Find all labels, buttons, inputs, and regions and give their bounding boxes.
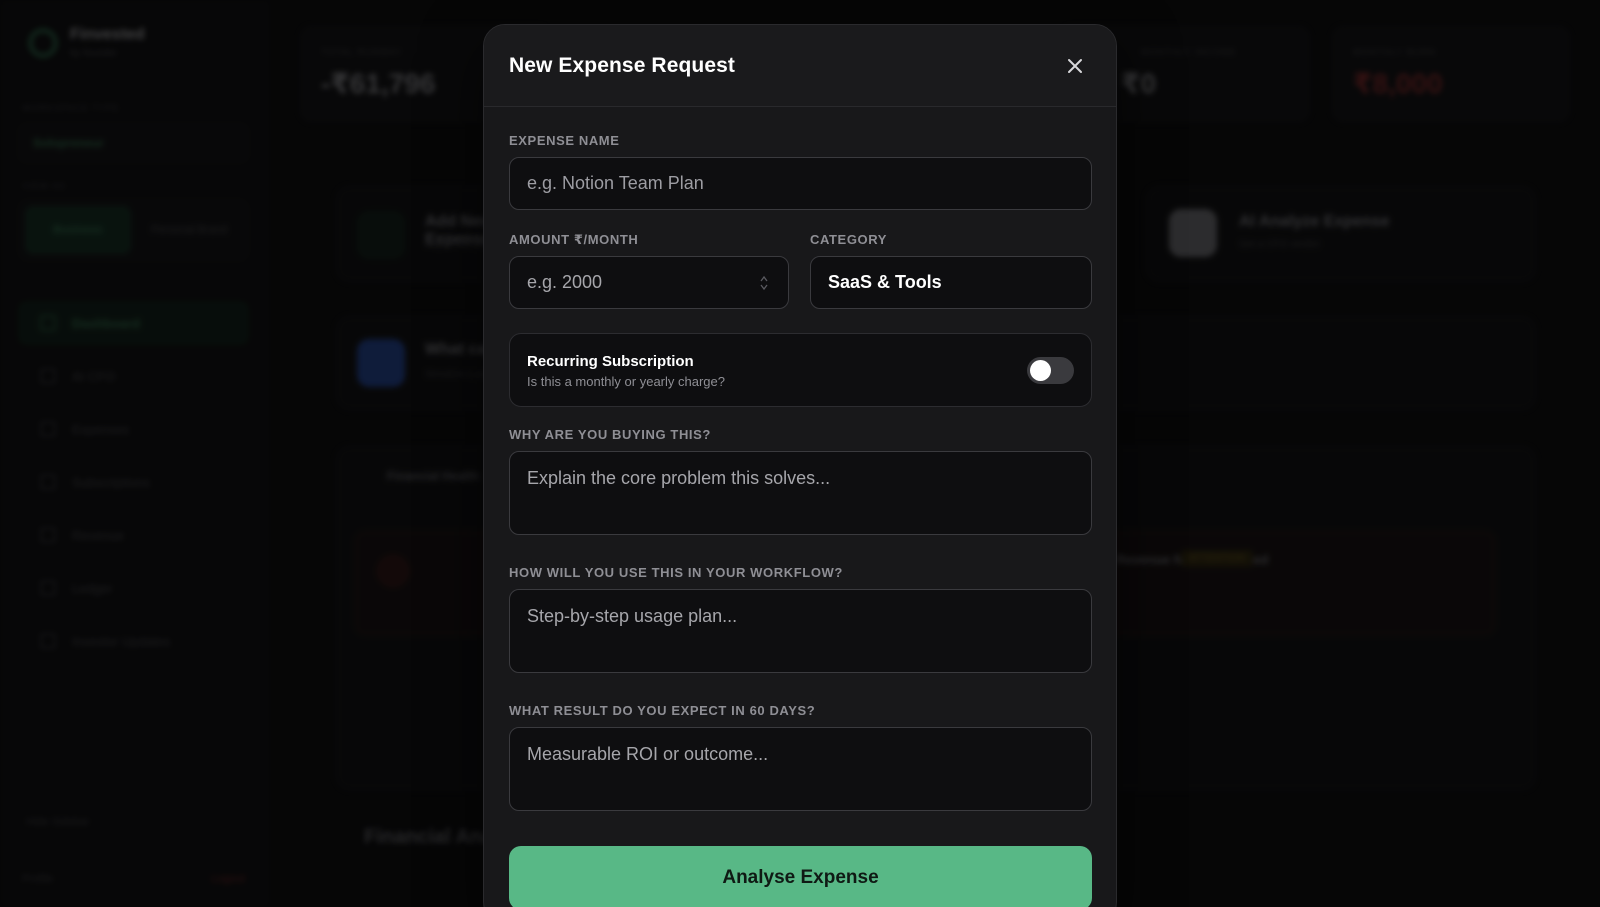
how-label: HOW WILL YOU USE THIS IN YOUR WORKFLOW? — [509, 565, 843, 580]
category-select[interactable]: SaaS & Tools — [810, 256, 1092, 309]
why-label: WHY ARE YOU BUYING THIS? — [509, 427, 711, 442]
expense-name-input[interactable]: e.g. Notion Team Plan — [509, 157, 1092, 210]
toggle-knob — [1030, 360, 1051, 381]
why-textarea[interactable]: Explain the core problem this solves... — [509, 451, 1092, 535]
new-expense-modal: New Expense Request EXPENSE NAME e.g. No… — [483, 24, 1117, 907]
recurring-subtitle: Is this a monthly or yearly charge? — [527, 374, 725, 389]
modal-title: New Expense Request — [509, 53, 735, 77]
modal-header: New Expense Request — [484, 25, 1116, 107]
number-stepper-icon[interactable] — [758, 273, 770, 293]
close-button[interactable] — [1060, 51, 1090, 81]
recurring-title: Recurring Subscription — [527, 353, 694, 370]
recurring-toggle[interactable] — [1027, 357, 1074, 384]
recurring-subscription-row: Recurring Subscription Is this a monthly… — [509, 333, 1092, 407]
analyse-expense-button[interactable]: Analyse Expense — [509, 846, 1092, 907]
result-textarea[interactable]: Measurable ROI or outcome... — [509, 727, 1092, 811]
expense-name-label: EXPENSE NAME — [509, 133, 620, 148]
amount-input[interactable]: e.g. 2000 — [509, 256, 789, 309]
amount-placeholder: e.g. 2000 — [527, 272, 603, 292]
amount-label: AMOUNT ₹/MONTH — [509, 232, 639, 247]
result-label: WHAT RESULT DO YOU EXPECT IN 60 DAYS? — [509, 703, 816, 718]
close-icon — [1068, 58, 1082, 73]
category-label: CATEGORY — [810, 232, 888, 247]
how-textarea[interactable]: Step-by-step usage plan... — [509, 589, 1092, 673]
